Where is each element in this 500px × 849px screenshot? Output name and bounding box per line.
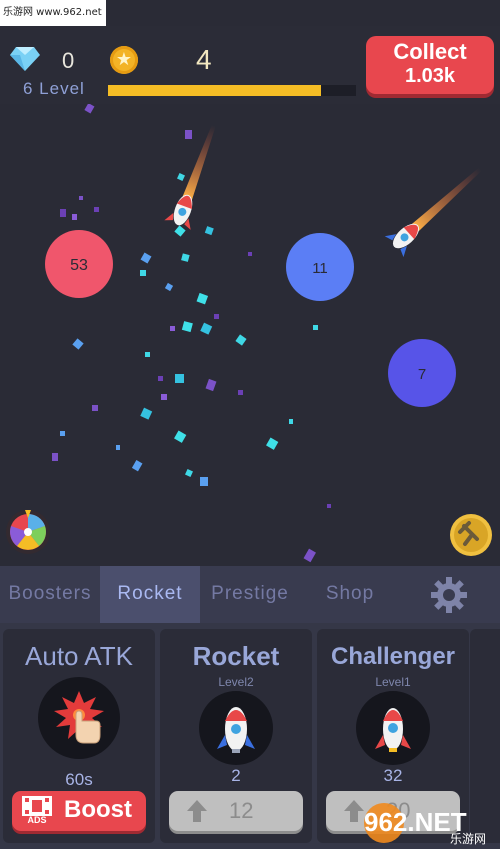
- rocket-projectile-2: [384, 167, 482, 258]
- collect-label: Collect: [393, 39, 467, 64]
- collect-amount: 1.03k: [404, 65, 456, 87]
- spin-wheel-icon[interactable]: [6, 510, 50, 554]
- gem-count: 0: [62, 48, 75, 73]
- tab-prestige[interactable]: Prestige: [200, 566, 300, 623]
- collect-button[interactable]: Collect 1.03k: [366, 36, 494, 94]
- card-challenger-title: Challenger: [330, 643, 456, 670]
- card-rocket-title: Rocket: [192, 641, 280, 671]
- card-challenger-level: Level1: [375, 675, 411, 689]
- target-ball-1-hp: 53: [70, 257, 88, 274]
- game-field[interactable]: 53 11 7: [0, 104, 500, 566]
- level-progress-bar: [108, 85, 356, 96]
- gear-icon[interactable]: [429, 575, 469, 615]
- target-ball-3-hp: 7: [418, 366, 426, 383]
- rocket-upgrade-button[interactable]: 12: [169, 791, 303, 831]
- card-rocket-level: Level2: [218, 675, 254, 689]
- rocket-icon-bg: [199, 691, 273, 765]
- tap-icon-bg: [38, 677, 120, 759]
- card-auto-atk-duration: 60s: [65, 770, 93, 789]
- coin-star: ★: [115, 49, 133, 70]
- card-rocket: Rocket Level2 2 12: [160, 629, 312, 843]
- ads-film-icon: ADS: [22, 796, 52, 828]
- diamond-icon: [10, 47, 40, 71]
- rocket-projectile-1: [164, 124, 216, 230]
- tab-rocket[interactable]: Rocket: [100, 566, 200, 623]
- challenger-icon-bg: [356, 691, 430, 765]
- tab-shop[interactable]: Shop: [300, 566, 400, 623]
- pin-icon[interactable]: [450, 514, 492, 556]
- challenger-rocket-icon: [375, 708, 411, 752]
- rocket-upgrade-cost: 12: [229, 798, 254, 823]
- boost-button[interactable]: ADS Boost: [12, 791, 146, 831]
- card-auto-atk-title: Auto ATK: [25, 641, 133, 671]
- coin-count: 4: [196, 44, 212, 75]
- ads-label: ADS: [27, 815, 47, 825]
- card-challenger-value: 32: [383, 766, 403, 785]
- watermark-logo: 962.NET 乐游网: [364, 803, 486, 846]
- watermark-top: 乐游网 www.962.net: [0, 0, 106, 26]
- hud-bar: 0 ★ 4 6 Level Collect 1.03k: [0, 26, 500, 104]
- particle-cluster: [52, 104, 331, 563]
- tab-boosters[interactable]: Boosters: [0, 566, 100, 623]
- level-label: 6 Level: [23, 79, 85, 98]
- boost-label: Boost: [64, 796, 132, 823]
- tap-hand-icon: [54, 691, 104, 744]
- watermark-sub: 乐游网: [450, 832, 486, 846]
- upgrade-arrow-icon: [187, 800, 207, 822]
- level-progress-fill: [108, 85, 322, 96]
- rocket-icon: [217, 707, 255, 753]
- tab-bar: Boosters Rocket Prestige Shop: [0, 566, 500, 623]
- card-rocket-count: 2: [231, 766, 241, 785]
- coin-icon: ★: [110, 46, 138, 74]
- card-auto-atk: Auto ATK 60s ADS Boost: [3, 629, 155, 843]
- target-ball-2-hp: 11: [312, 260, 328, 277]
